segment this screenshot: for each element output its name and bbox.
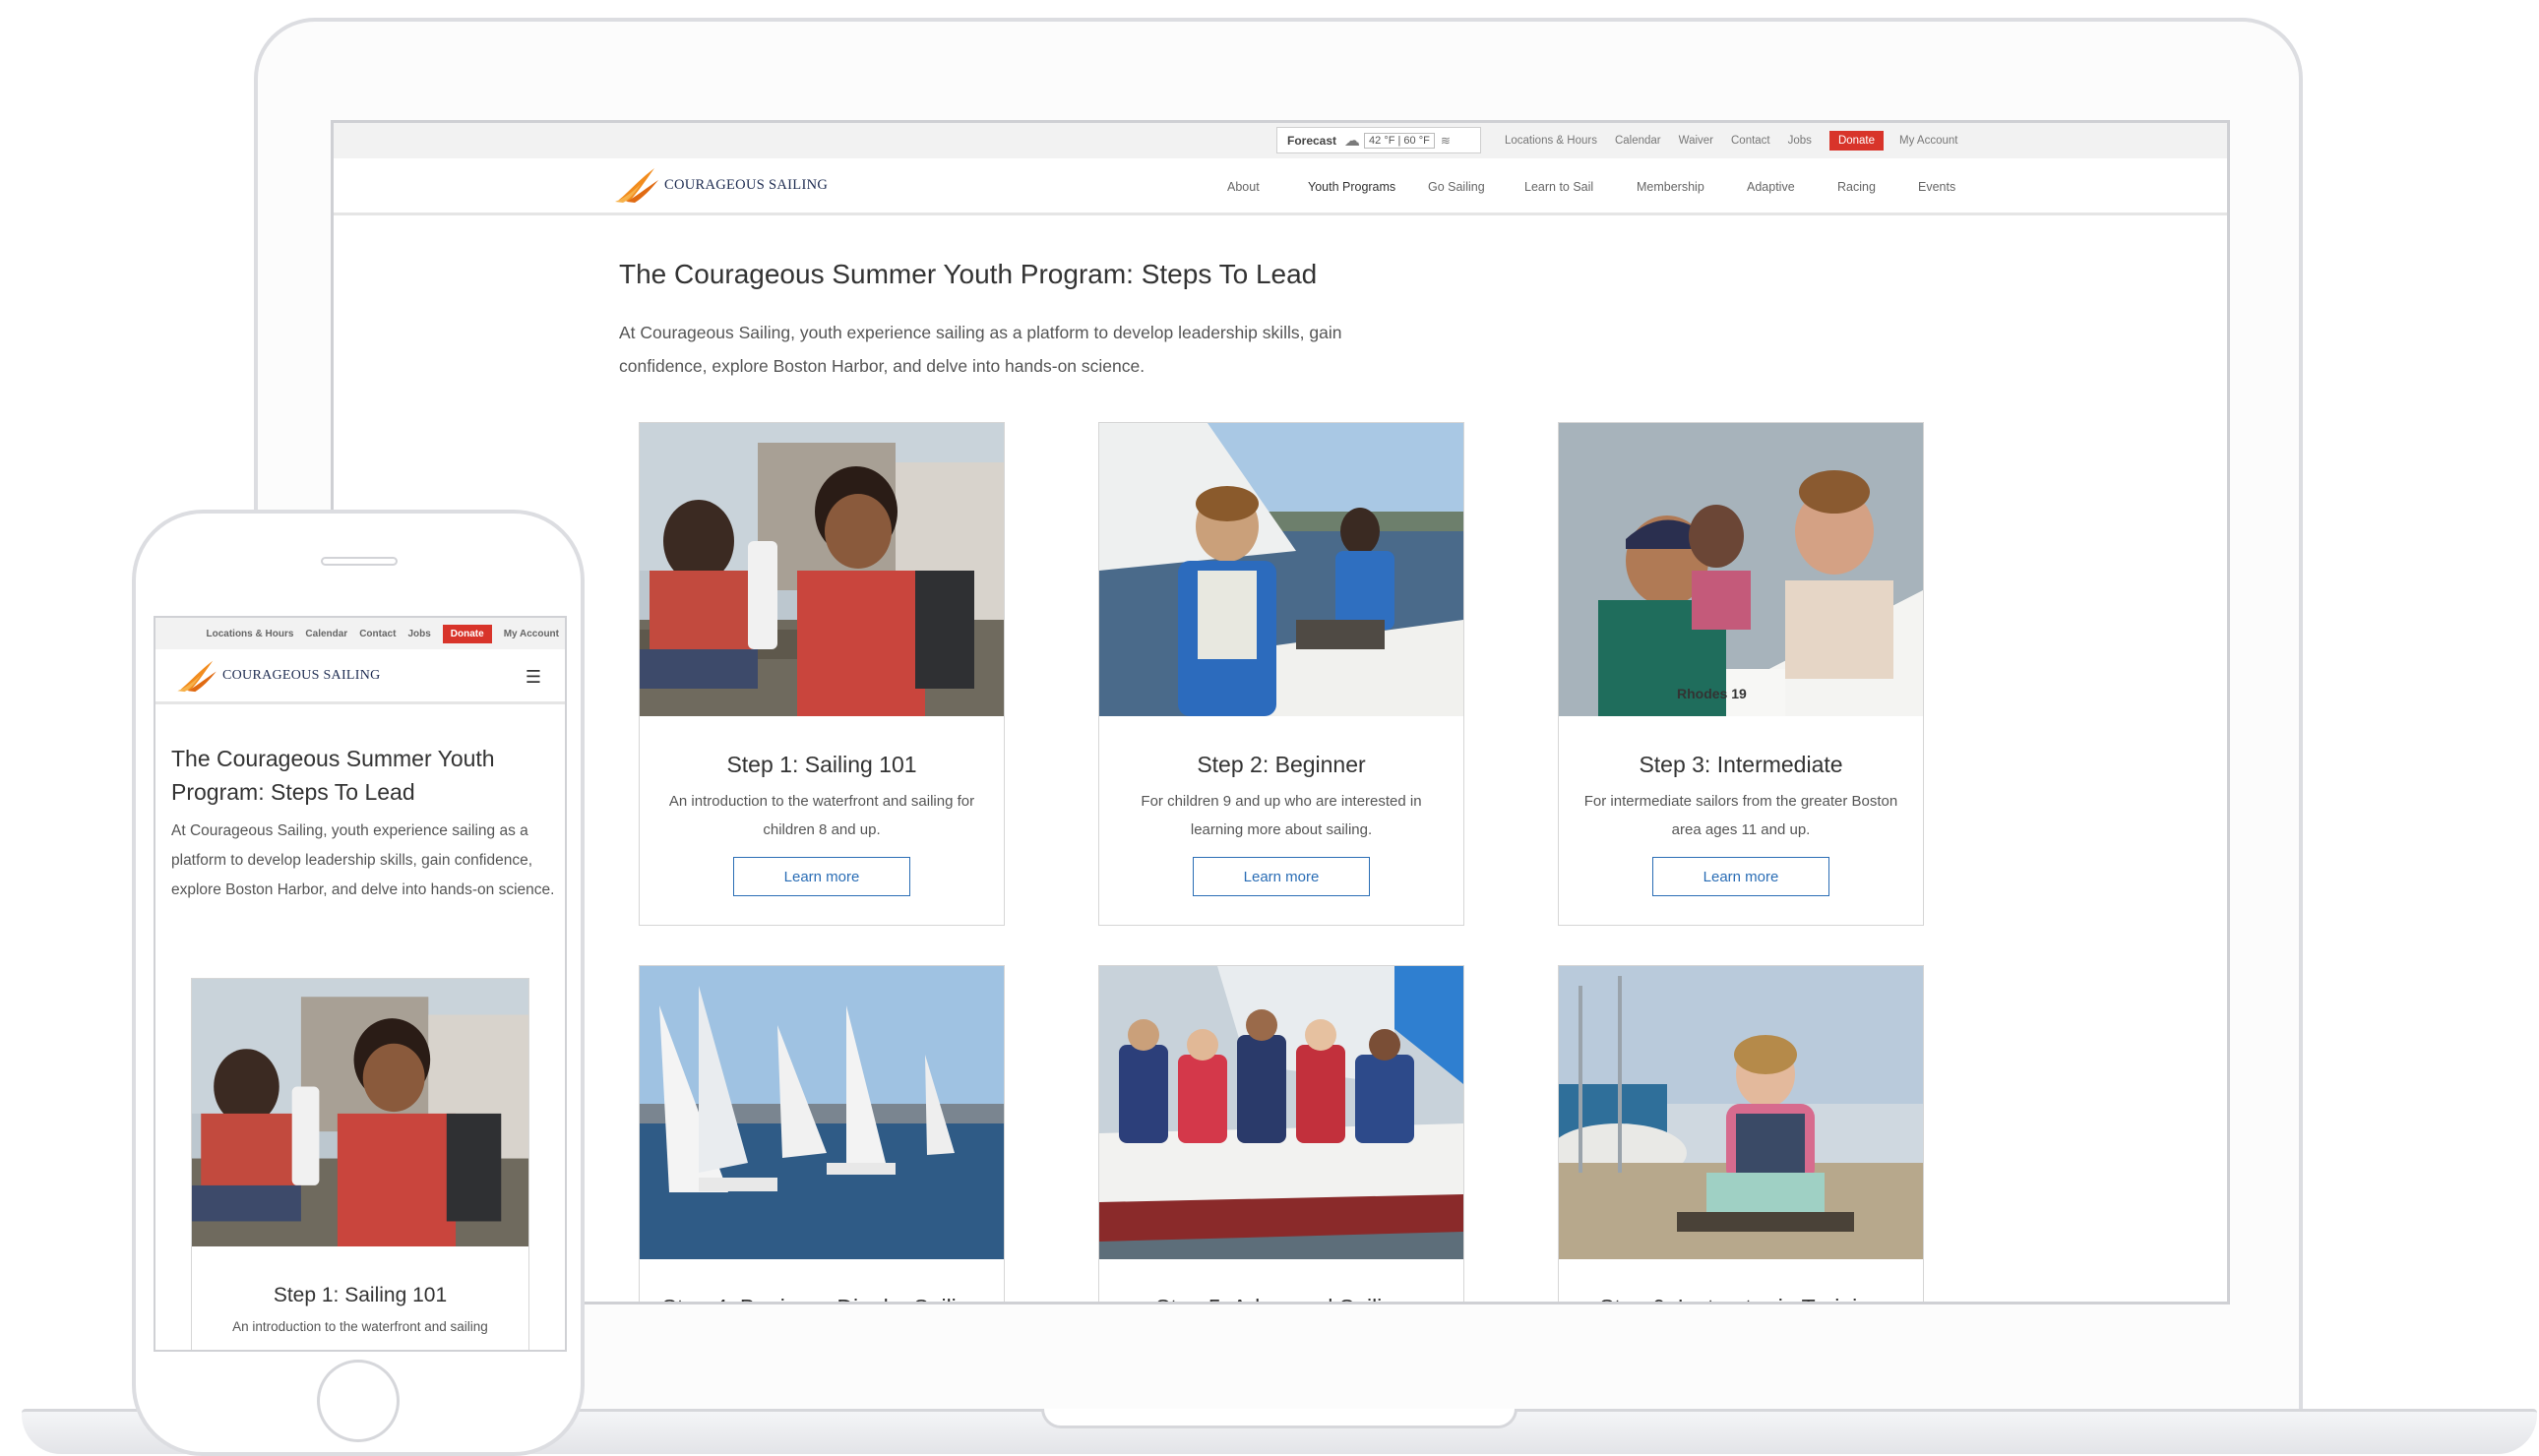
desktop-screen: Forecast ☁ 42 °F | 60 °F ≋ Locations & H… xyxy=(331,120,2230,1304)
card-photo-beginner xyxy=(1099,423,1463,716)
card-photo-sailing-101 xyxy=(640,423,1004,716)
learn-more-button[interactable]: Learn more xyxy=(1193,857,1370,896)
cloud-rain-icon: ☁ xyxy=(1344,132,1361,150)
program-card-step-3: Rhodes 19 Step 3: Intermediate For inter… xyxy=(1558,422,1924,926)
card-title: Step 6: Instructor in Training xyxy=(1559,1295,1923,1302)
card-photo-instructor xyxy=(1559,966,1923,1259)
hamburger-menu-icon[interactable]: ☰ xyxy=(526,667,541,688)
mobile-program-card-step-1: Step 1: Sailing 101 An introduction to t… xyxy=(191,978,529,1350)
program-card-step-2: Step 2: Beginner For children 9 and up w… xyxy=(1098,422,1464,926)
util-link-calendar[interactable]: Calendar xyxy=(1615,135,1661,147)
nav-events[interactable]: Events xyxy=(1918,180,1955,194)
main-nav: About Youth Programs Go Sailing Learn to… xyxy=(334,158,2227,215)
card-title: Step 5: Advanced Sailing xyxy=(1099,1295,1463,1302)
intro-text: At Courageous Sailing, youth experience … xyxy=(619,323,1342,376)
phone-frame: Locations & Hours Calendar Contact Jobs … xyxy=(132,510,585,1456)
util-link-contact[interactable]: Contact xyxy=(1731,135,1770,147)
main-header: COURAGEOUS SAILING About Youth Programs … xyxy=(334,158,2227,215)
nav-membership[interactable]: Membership xyxy=(1637,180,1704,194)
card-photo-intermediate: Rhodes 19 xyxy=(1559,423,1923,716)
mobile-card-description: An introduction to the waterfront and sa… xyxy=(232,1319,488,1334)
mobile-site-logo[interactable]: COURAGEOUS SAILING xyxy=(177,659,381,693)
card-title: Step 1: Sailing 101 xyxy=(726,752,917,777)
learn-more-button[interactable]: Learn more xyxy=(1652,857,1829,896)
phone-speaker xyxy=(321,557,398,566)
program-card-step-1: Step 1: Sailing 101 An introduction to t… xyxy=(639,422,1005,926)
mobile-header: COURAGEOUS SAILING ☰ xyxy=(155,649,565,704)
program-card-step-4: Step 4: Beginner Dinghy Sailing xyxy=(639,965,1005,1302)
card-description: For children 9 and up who are interested… xyxy=(1141,793,1422,838)
util-link-locations[interactable]: Locations & Hours xyxy=(1505,135,1597,147)
util-link-waiver[interactable]: Waiver xyxy=(1679,135,1713,147)
nav-learn-to-sail[interactable]: Learn to Sail xyxy=(1524,180,1593,194)
learn-more-button[interactable]: Learn more xyxy=(733,857,910,896)
my-account-link[interactable]: My Account xyxy=(1899,135,1957,147)
program-card-step-6: Step 6: Instructor in Training xyxy=(1558,965,1924,1302)
utility-links: Locations & Hours Calendar Waiver Contac… xyxy=(1505,123,1975,158)
program-card-step-5: Step 5: Advanced Sailing xyxy=(1098,965,1464,1302)
mobile-utility-bar: Locations & Hours Calendar Contact Jobs … xyxy=(155,618,565,649)
sail-logo-icon xyxy=(177,659,218,693)
nav-adaptive[interactable]: Adaptive xyxy=(1747,180,1795,194)
forecast-widget[interactable]: Forecast ☁ 42 °F | 60 °F ≋ xyxy=(1276,127,1481,153)
mobile-card-title: Step 1: Sailing 101 xyxy=(273,1284,448,1306)
boat-label: Rhodes 19 xyxy=(1677,686,1747,701)
utility-bar: Forecast ☁ 42 °F | 60 °F ≋ Locations & H… xyxy=(334,123,2227,158)
card-photo-sailing-101 xyxy=(192,979,528,1246)
phone-home-button[interactable] xyxy=(317,1360,400,1442)
donate-button[interactable]: Donate xyxy=(1828,131,1885,151)
mobile-screen: Locations & Hours Calendar Contact Jobs … xyxy=(154,616,567,1352)
card-photo-dinghy xyxy=(640,966,1004,1259)
util-link-jobs[interactable]: Jobs xyxy=(1788,135,1812,147)
nav-racing[interactable]: Racing xyxy=(1837,180,1876,194)
card-description: An introduction to the waterfront and sa… xyxy=(668,793,975,838)
nav-go-sailing[interactable]: Go Sailing xyxy=(1428,180,1485,194)
page-title: The Courageous Summer Youth Program: Ste… xyxy=(619,259,1318,289)
forecast-label: Forecast xyxy=(1287,133,1337,148)
m-my-account-link[interactable]: My Account xyxy=(504,629,559,639)
laptop-notch xyxy=(1041,1409,1517,1428)
nav-youth-programs[interactable]: Youth Programs xyxy=(1308,180,1395,194)
logo-text: COURAGEOUS SAILING xyxy=(222,668,381,683)
card-description: For intermediate sailors from the greate… xyxy=(1583,793,1898,838)
card-title: Step 3: Intermediate xyxy=(1639,752,1843,777)
card-title: Step 4: Beginner Dinghy Sailing xyxy=(640,1295,1004,1302)
m-util-locations[interactable]: Locations & Hours xyxy=(207,629,294,639)
m-util-jobs[interactable]: Jobs xyxy=(407,629,430,639)
card-photo-advanced xyxy=(1099,966,1463,1259)
forecast-temps: 42 °F | 60 °F xyxy=(1364,132,1435,149)
nav-about[interactable]: About xyxy=(1227,180,1260,194)
mobile-intro-text: At Courageous Sailing, youth experience … xyxy=(171,822,555,898)
m-util-contact[interactable]: Contact xyxy=(359,629,396,639)
m-util-calendar[interactable]: Calendar xyxy=(305,629,347,639)
card-title: Step 2: Beginner xyxy=(1197,752,1366,777)
m-donate-button[interactable]: Donate xyxy=(442,624,492,643)
mobile-page-title: The Courageous Summer Youth Program: Ste… xyxy=(171,746,495,805)
wind-icon: ≋ xyxy=(1440,133,1451,148)
